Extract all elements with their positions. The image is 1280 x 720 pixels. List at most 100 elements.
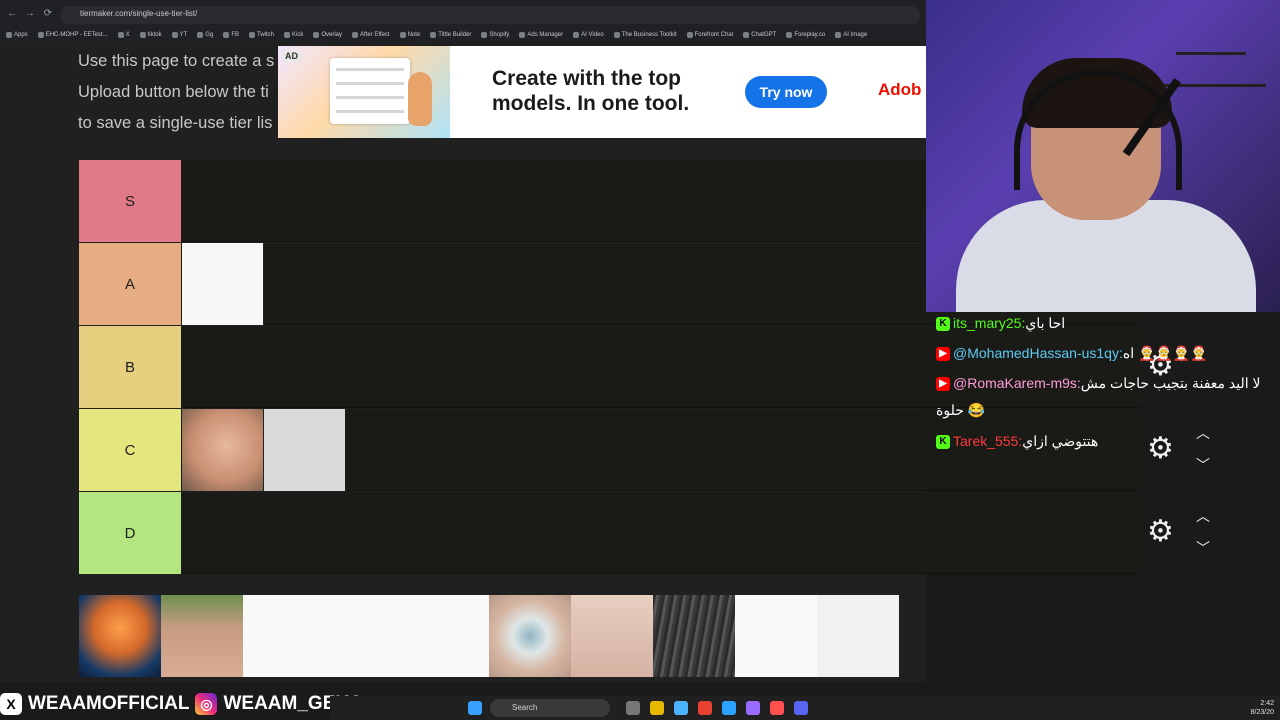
chat-username: its_mary25: [953, 315, 1026, 331]
tier-label[interactable]: D [79, 492, 181, 574]
ad-ui-panel [330, 58, 410, 124]
windows-start-icon[interactable] [468, 701, 482, 715]
edge-icon[interactable] [674, 701, 688, 715]
bookmark-item[interactable]: Twitch [248, 28, 274, 42]
bookmark-label: AI Image [843, 32, 868, 38]
bookmark-label: Gg [205, 32, 214, 38]
lungs-image[interactable] [407, 595, 489, 677]
iron-image[interactable] [817, 595, 899, 677]
ad-badge: AD [282, 50, 301, 62]
advertisement-banner[interactable]: AD Create with the top models. In one to… [278, 46, 926, 138]
stomach-image[interactable] [182, 243, 264, 325]
gear-icon[interactable]: ⚙ [1147, 514, 1174, 549]
bookmark-favicon-icon [139, 32, 146, 38]
bookmark-item[interactable]: Overlay [313, 28, 342, 42]
chat-message: Kits_mary25:احا باي [936, 314, 1276, 332]
hair-image[interactable] [653, 595, 735, 677]
bookmark-item[interactable]: After Effect [352, 28, 390, 42]
bookmark-favicon-icon [481, 32, 488, 38]
bookmark-item[interactable]: The Business Toolkit [613, 28, 677, 42]
bookmark-favicon-icon [686, 32, 693, 38]
bookmark-favicon-icon [613, 32, 620, 38]
taskbar-search[interactable]: Search [490, 699, 610, 717]
back-icon[interactable]: ← [6, 8, 18, 20]
youtube-icon: ▶ [936, 347, 950, 362]
browser-toolbar: ← → ⟳ tiermaker.com/single-use-tier-list… [0, 0, 926, 28]
file-explorer-icon[interactable] [650, 701, 664, 715]
bookmark-item[interactable]: YT [171, 28, 187, 42]
bookmark-favicon-icon [430, 32, 437, 38]
url-text[interactable]: tiermaker.com/single-use-tier-list/ [80, 9, 197, 18]
ad-try-now-button[interactable]: Try now [745, 76, 827, 108]
forward-icon[interactable]: → [24, 8, 36, 20]
bookmark-favicon-icon [399, 32, 406, 38]
chat-username: @MohamedHassan-us1qy: [953, 345, 1123, 361]
bookmark-label: The Business Toolkit [621, 32, 677, 38]
bookmark-favicon-icon [248, 32, 255, 38]
chrome-icon[interactable] [698, 701, 712, 715]
tier-row-d[interactable]: D [79, 492, 1141, 574]
social-handles: X WEAAMOFFICIAL ◎ WEAAM_GEKA [0, 690, 363, 718]
bookmark-item[interactable]: Gg [197, 28, 213, 42]
bookmark-item[interactable]: Ads Manager [519, 28, 563, 42]
bookmark-favicon-icon [786, 32, 793, 38]
tier-label[interactable]: A [79, 243, 181, 325]
bookmark-item[interactable]: Shopify [481, 28, 509, 42]
chevron-down-icon[interactable]: ﹀ [1193, 538, 1213, 558]
nose-image[interactable] [161, 595, 243, 677]
tier-label[interactable]: S [79, 160, 181, 242]
bookmark-item[interactable]: Kick [284, 28, 303, 42]
chat-text: هتتوضي ازاي [1022, 433, 1099, 449]
chat-message: ▶ @RomaKarem-m9s:لا اليد معفنة بتجيب حاجا… [936, 374, 1276, 392]
task-view-icon[interactable] [626, 701, 640, 715]
bookmark-item[interactable]: Apps [6, 28, 28, 42]
mouth-image[interactable] [735, 595, 817, 677]
liver-kidneys-image[interactable] [325, 595, 407, 677]
premiere-icon[interactable] [746, 701, 760, 715]
bookmark-item[interactable]: tiktok [139, 28, 162, 42]
bookmark-label: Tittle Builder [438, 32, 472, 38]
bookmark-favicon-icon [223, 32, 230, 38]
eye-image[interactable] [489, 595, 571, 677]
tier-row-b[interactable]: B [79, 326, 1141, 408]
bookmark-favicon-icon [197, 32, 204, 38]
foot-image[interactable] [571, 595, 653, 677]
tier-controls-c: ⚙ ︿ ﹀ [1141, 409, 1224, 491]
chat-text: اه 🤶🤶🤶🤶 [1122, 345, 1208, 361]
chevron-down-icon[interactable]: ﹀ [1193, 455, 1213, 475]
bookmarks-bar: Apps EHC-MOHP - EETest... Xtiktok YT Gg FB Twi… [0, 28, 926, 42]
ear-image[interactable] [182, 409, 264, 491]
bookmark-item[interactable]: Note [399, 28, 421, 42]
bookmark-item[interactable]: Tittle Builder [430, 28, 471, 42]
bookmark-label: Kick [292, 32, 304, 38]
bookmark-label: tiktok [147, 32, 162, 38]
app-icon[interactable] [770, 701, 784, 715]
tier-label[interactable]: B [79, 326, 181, 408]
bookmark-item[interactable]: X [117, 28, 130, 42]
chevron-up-icon[interactable]: ︿ [1193, 506, 1213, 526]
tier-label[interactable]: C [79, 409, 181, 491]
chat-username: Tarek_555: [953, 433, 1023, 449]
bookmark-label: Overlay [321, 32, 343, 38]
discord-icon[interactable] [794, 701, 808, 715]
bookmark-label: FB [231, 32, 239, 38]
brain-image[interactable] [79, 595, 161, 677]
hands-image[interactable] [264, 409, 346, 491]
tier-row-c[interactable]: C [79, 409, 1141, 491]
bookmark-item[interactable]: AI Video [573, 28, 604, 42]
windows-taskbar: Search 2:42 8/23/20 [330, 696, 1280, 720]
bookmark-item[interactable]: ChatGPT [743, 28, 776, 42]
bookmark-item[interactable]: Foreplay.co [786, 28, 825, 42]
reload-icon[interactable]: ⟳ [42, 8, 54, 20]
bookmark-item[interactable]: EHC-MOHP - EETest... [37, 28, 108, 42]
photoshop-icon[interactable] [722, 701, 736, 715]
x-handle: WEAAMOFFICIAL [28, 693, 190, 714]
heart-image[interactable] [243, 595, 325, 677]
youtube-icon: ▶ [936, 377, 950, 392]
bookmark-label: Note [407, 32, 421, 38]
chat-text: احا باي [1025, 315, 1066, 331]
kick-icon: K [936, 317, 950, 332]
bookmark-item[interactable]: FB [223, 28, 239, 42]
bookmark-item[interactable]: AI Image [835, 28, 867, 42]
bookmark-item[interactable]: Forefront Chat [686, 28, 733, 42]
